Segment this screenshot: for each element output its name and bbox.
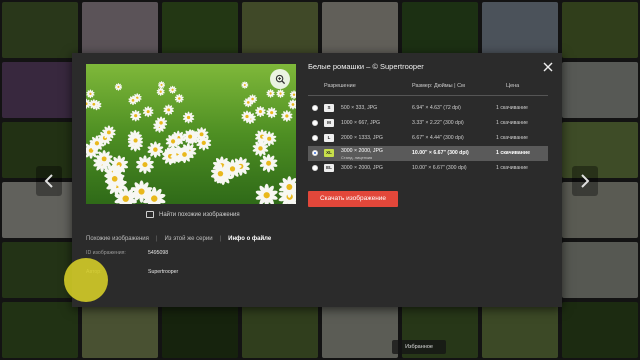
price-text: 1 скачивание xyxy=(496,120,528,126)
price-text: 1 скачивание xyxy=(496,105,528,111)
find-similar-link[interactable]: Найти похожие изображения xyxy=(146,211,240,218)
preview-image[interactable] xyxy=(86,64,296,204)
resolution-text: 3000 × 2000, JPG xyxy=(341,165,383,171)
tab-similar-images[interactable]: Похожие изображения xyxy=(86,236,149,242)
radio-button[interactable] xyxy=(312,120,318,126)
daisies-photo xyxy=(86,64,296,204)
close-button[interactable] xyxy=(542,60,554,72)
chevron-left-icon xyxy=(44,174,53,188)
tab-same-series[interactable]: Из этой же серии xyxy=(164,236,212,242)
size-text: 10.00" × 6.67" (300 dpi) xyxy=(412,150,469,156)
radio-button[interactable] xyxy=(312,165,318,171)
info-value: 5495098 xyxy=(148,250,169,256)
header-price: Цена xyxy=(506,83,520,89)
image-icon xyxy=(146,211,154,218)
resolution-text: 500 × 333, JPG xyxy=(341,105,378,111)
license-note: Станд. лицензия xyxy=(341,155,373,160)
image-details-modal: Найти похожие изображения Похожие изобра… xyxy=(64,53,562,307)
close-icon xyxy=(543,62,553,72)
size-badge: XL xyxy=(324,149,334,157)
next-image-button[interactable] xyxy=(572,166,598,196)
size-option-row[interactable]: M 1000 × 667, JPG 3.33" × 2.22" (300 dpi) 1… xyxy=(308,116,548,131)
size-text: 6.94" × 4.63" (72 dpi) xyxy=(412,105,461,111)
zoom-in-icon xyxy=(275,74,285,84)
image-title: Белые ромашки – © Supertrooper xyxy=(308,62,424,71)
chevron-right-icon xyxy=(581,174,590,188)
divider xyxy=(308,95,548,96)
size-badge: S xyxy=(324,104,334,112)
resolution-text: 2000 × 1333, JPG xyxy=(341,135,383,141)
resolution-text: 3000 × 2000, JPG Станд. лицензия xyxy=(341,148,383,160)
radio-button[interactable] xyxy=(312,135,318,141)
size-option-row[interactable]: XL 3000 × 2000, JPG Станд. лицензия 10.00" … xyxy=(308,146,548,161)
price-text: 1 скачивание xyxy=(496,150,530,156)
size-options: S 500 × 333, JPG 6.94" × 4.63" (72 dpi) 1 с… xyxy=(308,101,548,176)
size-text: 10.00" × 6.67" (300 dpi) xyxy=(412,165,467,171)
favorites-button[interactable]: Избранное xyxy=(392,340,446,354)
size-option-row[interactable]: S 500 × 333, JPG 6.94" × 4.63" (72 dpi) 1 с… xyxy=(308,101,548,116)
info-value: Supertrooper xyxy=(148,269,179,275)
tab-separator: | xyxy=(219,236,222,242)
radio-button[interactable] xyxy=(312,150,318,156)
download-button[interactable]: Скачать изображение xyxy=(308,191,398,207)
prev-image-button[interactable] xyxy=(36,166,62,196)
tab-file-info[interactable]: Инфо о файле xyxy=(228,236,271,242)
size-badge: EL xyxy=(324,164,334,172)
size-text: 6.67" × 4.44" (300 dpi) xyxy=(412,135,464,141)
zoom-button[interactable] xyxy=(270,69,290,89)
size-badge: M xyxy=(324,119,334,127)
header-resolution: Разрешение xyxy=(324,83,356,89)
header-size: Размер: Дюймы | См xyxy=(412,83,465,89)
size-option-row[interactable]: L 2000 × 1333, JPG 6.67" × 4.44" (300 dpi)… xyxy=(308,131,548,146)
size-text: 3.33" × 2.22" (300 dpi) xyxy=(412,120,464,126)
resolution-text: 1000 × 667, JPG xyxy=(341,120,381,126)
price-text: 1 скачивание xyxy=(496,135,528,141)
find-similar-label: Найти похожие изображения xyxy=(159,211,240,218)
radio-button[interactable] xyxy=(312,105,318,111)
info-tabs: Похожие изображения | Из этой же серии |… xyxy=(86,236,271,242)
size-badge: L xyxy=(324,134,334,142)
size-option-row[interactable]: EL 3000 × 2000, JPG 10.00" × 6.67" (300 dp… xyxy=(308,161,548,176)
tab-separator: | xyxy=(155,236,158,242)
price-text: 1 скачивание xyxy=(496,165,528,171)
cursor-highlight xyxy=(64,258,108,302)
